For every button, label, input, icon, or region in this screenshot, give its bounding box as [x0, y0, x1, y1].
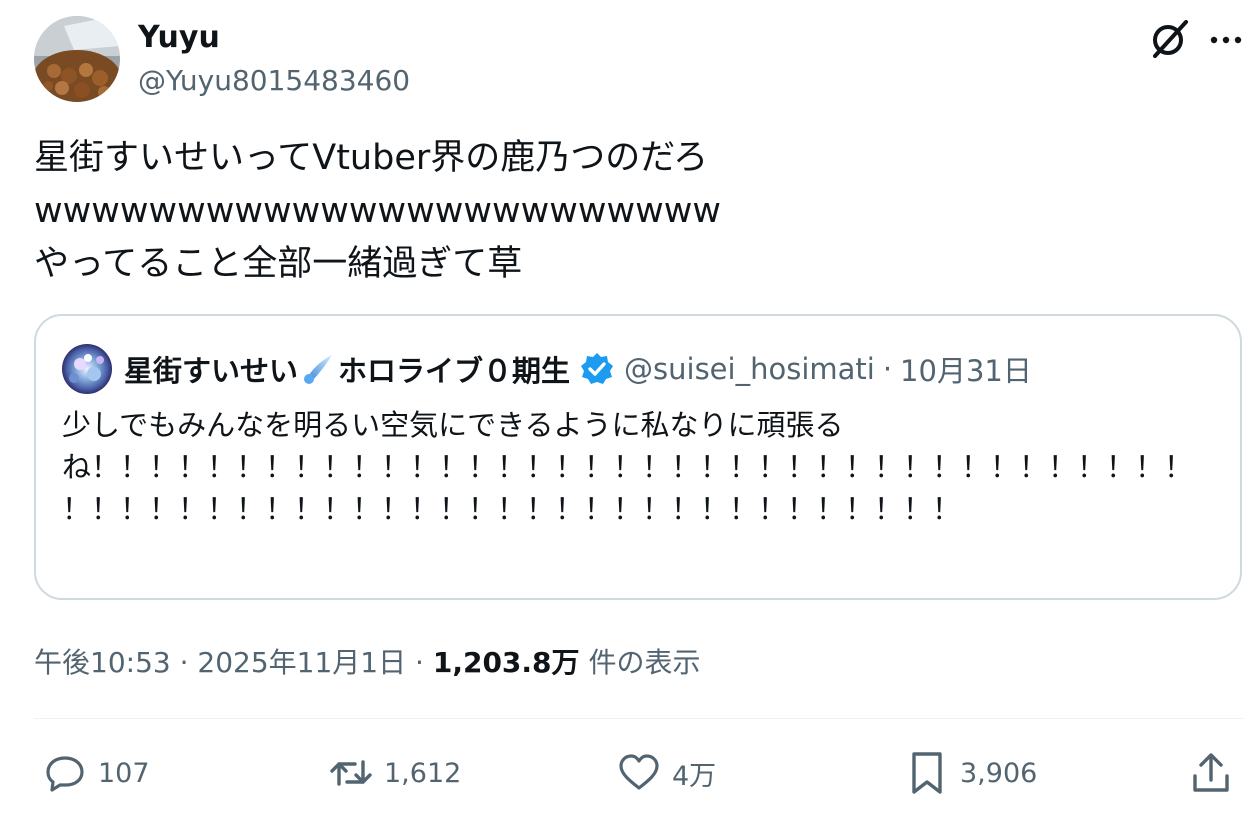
quoted-author-name-suffix[interactable]: ホロライブ０期生: [338, 348, 570, 390]
grok-icon[interactable]: [1146, 16, 1192, 62]
author-avatar[interactable]: [34, 16, 120, 102]
reply-count: 107: [98, 757, 150, 789]
tweet-text: 星街すいせいってVtuber界の鹿乃つのだろ wwwwwwwwwwwwwwwww…: [34, 132, 1214, 291]
bookmark-icon: [912, 752, 942, 794]
author-display-name[interactable]: Yuyu: [138, 20, 220, 56]
quoted-author-name[interactable]: 星街すいせい: [124, 348, 298, 390]
tweet-line: やってること全部一緒過ぎて草: [34, 244, 523, 284]
retweet-button[interactable]: 1,612: [328, 748, 461, 798]
heart-icon: [619, 754, 659, 790]
comet-icon: [304, 355, 333, 384]
tweet-time[interactable]: 午後10:53: [34, 646, 171, 679]
quoted-tweet-text: 少しでもみんなを明るい空気にできるように私なりに頑張るね！！！！！！！！！！！！…: [62, 408, 1194, 526]
reply-icon: [46, 756, 84, 792]
quoted-author-avatar[interactable]: [62, 344, 112, 394]
views-label: 件の表示: [588, 646, 701, 679]
quoted-tweet-date[interactable]: 10月31日: [900, 348, 1032, 390]
divider: [34, 718, 1244, 719]
quoted-author-handle[interactable]: @suisei_hosimati: [624, 352, 875, 386]
separator-dot: ·: [882, 352, 893, 386]
tweet-meta: 午後10:53 · 2025年11月1日 · 1,203.8万 件の表示: [34, 643, 700, 683]
verified-badge-icon: [581, 353, 614, 384]
bookmark-count: 3,906: [960, 757, 1038, 789]
share-button[interactable]: [1188, 748, 1234, 798]
bookmark-button[interactable]: 3,906: [904, 748, 1037, 798]
tweet-line: 星街すいせいってVtuber界の鹿乃つのだろ: [34, 138, 709, 178]
tweet-date[interactable]: 2025年11月1日: [197, 646, 406, 679]
separator-dot: ·: [415, 646, 424, 679]
author-handle[interactable]: @Yuyu8015483460: [138, 63, 410, 99]
separator-dot: ·: [179, 646, 189, 679]
natto-photo-avatar: [34, 16, 120, 102]
share-icon: [1193, 753, 1229, 792]
more-options-icon[interactable]: [1206, 20, 1246, 60]
tweet-line: wwwwwwwwwwwwwwwwwwwwwwww: [34, 191, 722, 231]
views-count: 1,203.8万: [432, 646, 580, 679]
quoted-tweet-card[interactable]: 星街すいせい ホロライブ０期生 @suisei_hosimati · 10月31…: [34, 314, 1242, 600]
like-button[interactable]: 4万: [616, 748, 716, 798]
quoted-tweet-header: 星街すいせい ホロライブ０期生 @suisei_hosimati · 10月31…: [124, 348, 1032, 390]
retweet-icon: [330, 760, 372, 786]
reply-button[interactable]: 107: [42, 748, 150, 798]
retweet-count: 1,612: [384, 757, 462, 789]
like-count: 4万: [672, 760, 717, 792]
